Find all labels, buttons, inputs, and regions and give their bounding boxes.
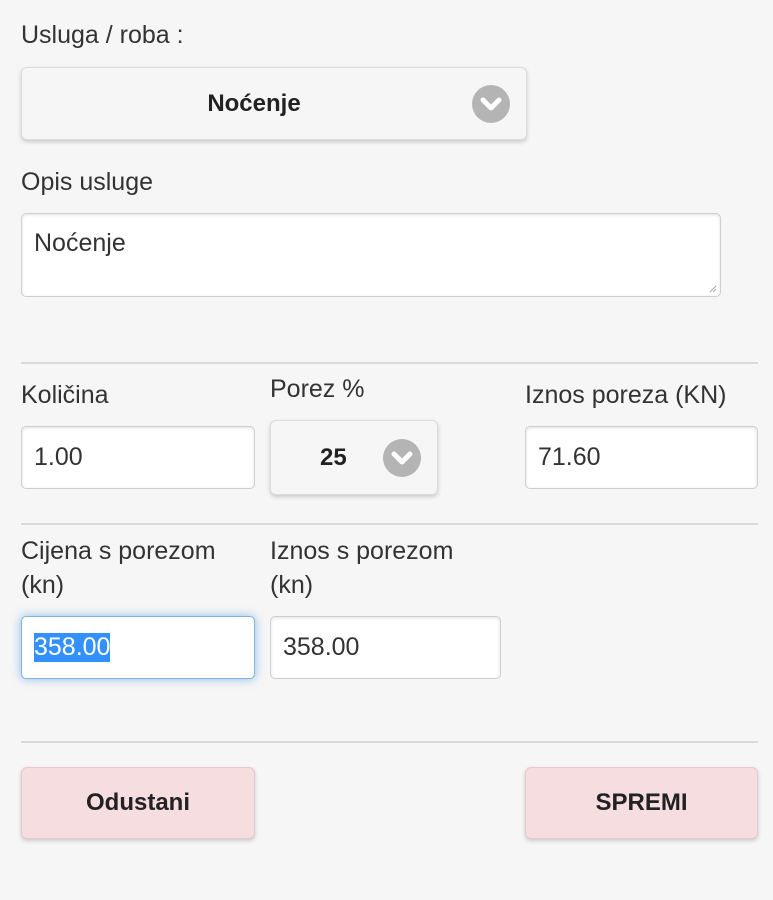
tax-amount-label: Iznos poreza (KN) <box>525 381 727 409</box>
tax-rate-label: Porez % <box>270 375 365 403</box>
divider-2 <box>21 523 758 525</box>
resize-grip-icon[interactable] <box>707 283 717 293</box>
description-label: Opis usluge <box>21 168 154 196</box>
service-select-value: Noćenje <box>207 89 301 117</box>
price-with-tax-label-line1: Cijena s porezom <box>21 537 216 565</box>
save-button[interactable]: SPREMI <box>525 767 758 839</box>
save-button-label: SPREMI <box>595 789 688 816</box>
chevron-down-icon <box>472 84 510 123</box>
service-label: Usluga / roba : <box>21 21 184 49</box>
amount-with-tax-label: Iznos s porezom (kn) <box>270 534 453 602</box>
quantity-input[interactable] <box>21 426 255 489</box>
service-select[interactable]: Noćenje <box>21 67 527 140</box>
cancel-button[interactable]: Odustani <box>21 767 255 839</box>
divider-1 <box>21 362 758 364</box>
chevron-down-icon <box>383 438 421 477</box>
quantity-label: Količina <box>21 381 109 409</box>
price-with-tax-input[interactable]: 358.00 <box>21 616 255 679</box>
tax-rate-select-value: 25 <box>320 443 347 471</box>
description-wrapper: Noćenje <box>21 213 721 297</box>
price-with-tax-label-line2: (kn) <box>21 571 65 599</box>
tax-amount-input[interactable] <box>525 426 758 489</box>
divider-3 <box>21 741 758 743</box>
price-with-tax-value: 358.00 <box>34 633 111 662</box>
tax-rate-select[interactable]: 25 <box>270 420 438 495</box>
amount-with-tax-label-line1: Iznos s porezom <box>270 537 454 565</box>
cancel-button-label: Odustani <box>85 789 190 816</box>
description-textarea[interactable]: Noćenje <box>21 213 721 297</box>
price-with-tax-label: Cijena s porezom (kn) <box>21 534 216 602</box>
amount-with-tax-input[interactable] <box>270 616 501 679</box>
amount-with-tax-label-line2: (kn) <box>270 571 314 599</box>
